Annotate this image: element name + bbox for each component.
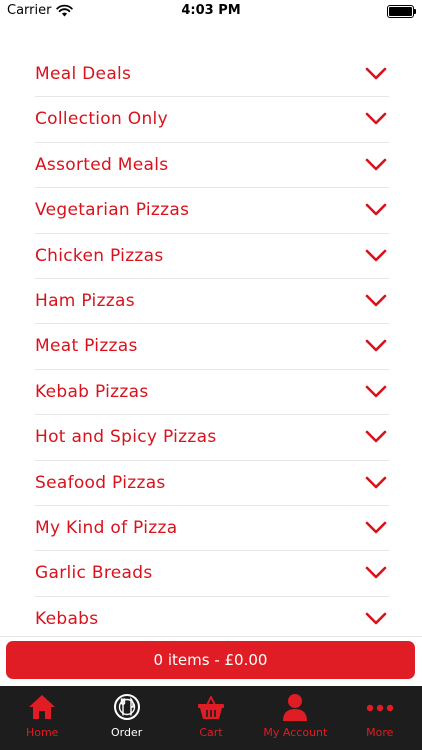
tab-bar: Home Order Cart My Account More [0, 686, 422, 750]
status-time: 4:03 PM [181, 3, 241, 18]
category-list: Meal Deals Collection Only Assorted Meal… [35, 52, 389, 642]
category-label: Collection Only [35, 109, 168, 130]
chevron-down-icon[interactable] [365, 339, 387, 353]
view-cart-button[interactable]: 0 items - £0.00 [6, 641, 415, 679]
category-item-ham-pizzas[interactable]: Ham Pizzas [35, 279, 389, 325]
category-label: Assorted Meals [35, 154, 169, 175]
category-item-seafood-pizzas[interactable]: Seafood Pizzas [35, 461, 389, 506]
tab-order[interactable]: Order [84, 686, 168, 750]
status-bar: Carrier 4:03 PM [0, 0, 422, 24]
category-item-hot-and-spicy-pizzas[interactable]: Hot and Spicy Pizzas [35, 415, 389, 461]
category-item-garlic-breads[interactable]: Garlic Breads [35, 551, 389, 597]
tab-label: My Account [263, 726, 328, 739]
tab-label: More [366, 726, 394, 739]
category-label: Kebab Pizzas [35, 381, 149, 402]
category-item-assorted-meals[interactable]: Assorted Meals [35, 143, 389, 189]
chevron-down-icon[interactable] [365, 112, 387, 126]
category-label: Vegetarian Pizzas [35, 200, 190, 221]
category-item-meat-pizzas[interactable]: Meat Pizzas [35, 324, 389, 370]
home-icon [29, 695, 56, 719]
category-item-chicken-pizzas[interactable]: Chicken Pizzas [35, 234, 389, 279]
category-label: My Kind of Pizza [35, 517, 178, 538]
category-item-vegetarian-pizzas[interactable]: Vegetarian Pizzas [35, 188, 389, 234]
chevron-down-icon[interactable] [365, 521, 387, 535]
plate-cutlery-icon [113, 694, 140, 720]
divider [0, 636, 422, 637]
category-label: Ham Pizzas [35, 290, 135, 311]
category-label: Meat Pizzas [35, 336, 138, 357]
chevron-down-icon[interactable] [365, 158, 387, 172]
tab-label: Cart [199, 726, 223, 739]
chevron-down-icon[interactable] [365, 385, 387, 399]
chevron-down-icon[interactable] [365, 612, 387, 626]
chevron-down-icon[interactable] [365, 249, 387, 263]
category-label: Hot and Spicy Pizzas [35, 427, 217, 448]
chevron-down-icon[interactable] [365, 203, 387, 217]
category-label: Meal Deals [35, 64, 132, 84]
category-label: Chicken Pizzas [35, 245, 164, 266]
more-dots-icon [366, 704, 393, 712]
tab-label: Home [25, 726, 59, 739]
category-item-collection-only[interactable]: Collection Only [35, 97, 389, 143]
battery-icon [387, 5, 416, 18]
tab-label: Order [110, 726, 143, 739]
tab-cart[interactable]: Cart [169, 686, 253, 750]
chevron-down-icon[interactable] [365, 566, 387, 580]
category-item-meal-deals[interactable]: Meal Deals [35, 52, 389, 98]
chevron-down-icon[interactable] [365, 67, 387, 81]
category-label: Garlic Breads [35, 563, 153, 584]
category-item-my-kind-of-pizza[interactable]: My Kind of Pizza [35, 506, 389, 552]
chevron-down-icon[interactable] [365, 294, 387, 308]
user-icon [283, 694, 308, 721]
tab-my-account[interactable]: My Account [253, 686, 337, 750]
tab-home[interactable]: Home [0, 686, 84, 750]
category-label: Kebabs [35, 608, 99, 629]
chevron-down-icon[interactable] [365, 476, 387, 490]
chevron-down-icon[interactable] [365, 430, 387, 444]
category-item-kebab-pizzas[interactable]: Kebab Pizzas [35, 370, 389, 416]
category-label: Seafood Pizzas [35, 472, 166, 493]
tab-more[interactable]: More [338, 686, 422, 750]
basket-icon [197, 696, 224, 719]
